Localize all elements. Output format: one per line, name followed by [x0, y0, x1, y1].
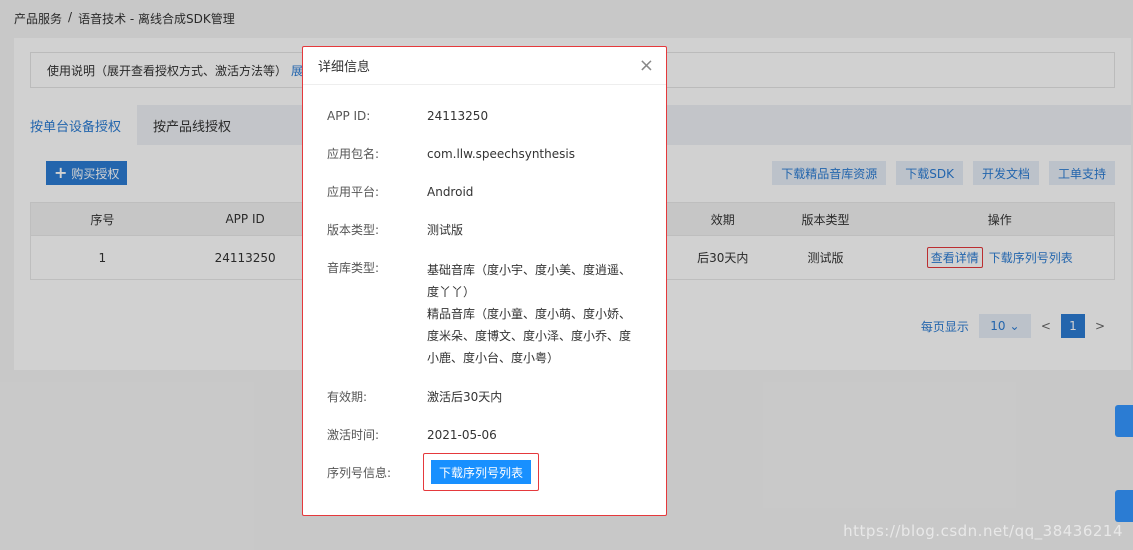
row-package: 应用包名: com.llw.speechsynthesis — [327, 145, 647, 164]
close-icon[interactable]: × — [639, 56, 654, 75]
label-package: 应用包名: — [327, 147, 380, 161]
value-version: 测试版 — [427, 223, 464, 237]
edit-feedback-icon[interactable] — [1115, 405, 1133, 437]
row-appid: APP ID: 24113250 — [327, 107, 647, 126]
row-platform: 应用平台: Android — [327, 183, 647, 202]
serial-highlight: 下载序列号列表 — [423, 453, 539, 491]
value-platform: Android — [427, 185, 474, 199]
value-package: com.llw.speechsynthesis — [427, 147, 575, 161]
library-basic: 基础音库（度小宇、度小美、度逍遥、度丫丫） — [427, 263, 632, 299]
row-version: 版本类型: 测试版 — [327, 221, 647, 240]
row-library: 音库类型: 基础音库（度小宇、度小美、度逍遥、度丫丫） 精品音库（度小童、度小萌… — [327, 259, 647, 369]
row-validity: 有效期: 激活后30天内 — [327, 388, 647, 407]
download-serial-button[interactable]: 下载序列号列表 — [430, 460, 531, 484]
details-modal: 详细信息 × APP ID: 24113250 应用包名: com.llw.sp… — [302, 46, 667, 516]
label-serial: 序列号信息: — [327, 466, 392, 480]
label-activate: 激活时间: — [327, 428, 380, 442]
value-library: 基础音库（度小宇、度小美、度逍遥、度丫丫） 精品音库（度小童、度小萌、度小娇、度… — [427, 259, 637, 369]
detail-rows: APP ID: 24113250 应用包名: com.llw.speechsyn… — [327, 107, 647, 502]
value-activate: 2021-05-06 — [427, 428, 497, 442]
page: 产品服务 / 语音技术 - 离线合成SDK管理 使用说明（展开查看授权方式、激活… — [0, 0, 1133, 550]
modal-header: 详细信息 × — [303, 47, 666, 85]
value-validity: 激活后30天内 — [427, 390, 503, 404]
row-activate: 激活时间: 2021-05-06 — [327, 426, 647, 445]
value-appid: 24113250 — [427, 109, 489, 123]
label-library: 音库类型: — [327, 261, 380, 275]
label-platform: 应用平台: — [327, 185, 380, 199]
label-version: 版本类型: — [327, 223, 380, 237]
modal-title: 详细信息 — [318, 60, 371, 75]
library-premium: 精品音库（度小童、度小萌、度小娇、度米朵、度博文、度小泽、度小乔、度小鹿、度小台… — [427, 307, 632, 365]
label-appid: APP ID: — [327, 109, 371, 123]
headset-support-icon[interactable] — [1115, 490, 1133, 522]
watermark: https://blog.csdn.net/qq_38436214 — [843, 522, 1123, 540]
label-validity: 有效期: — [327, 390, 368, 404]
